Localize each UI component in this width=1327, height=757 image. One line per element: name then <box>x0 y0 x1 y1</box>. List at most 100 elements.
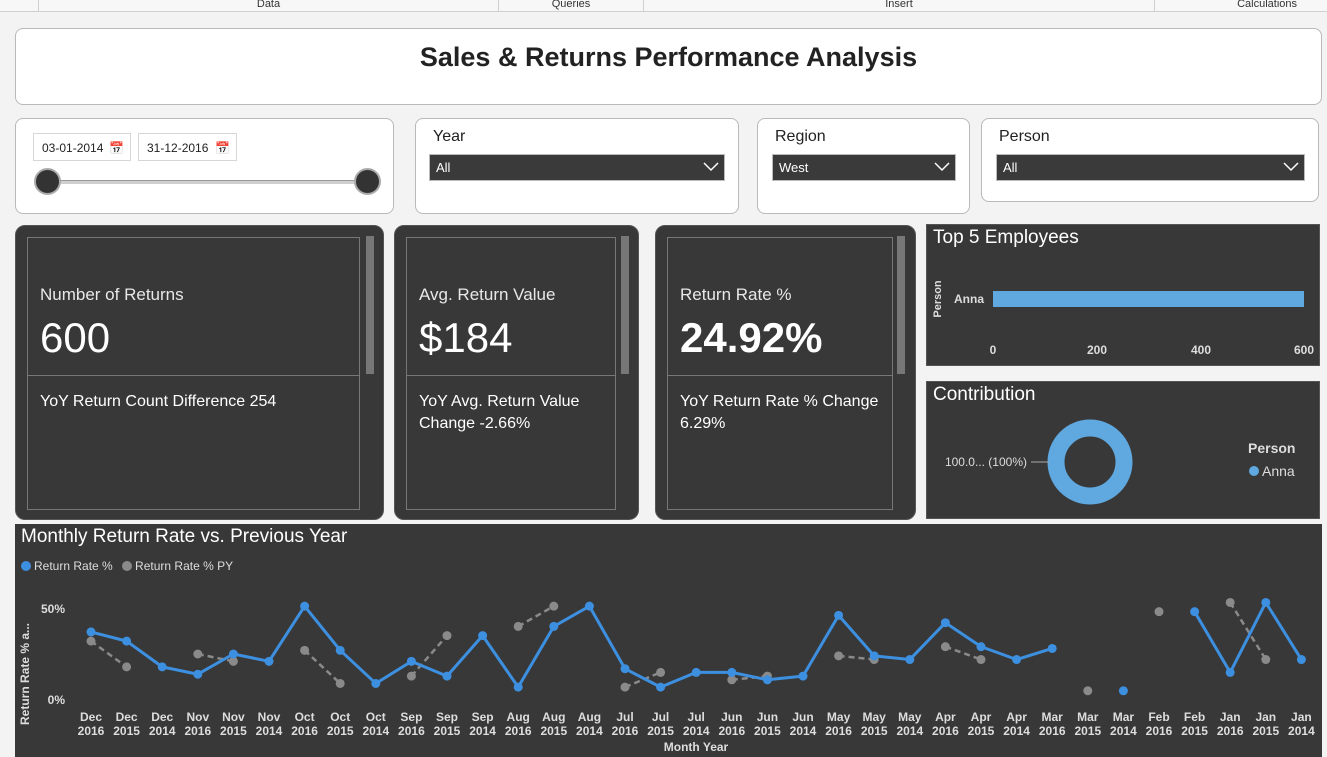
current-series-segment <box>588 605 627 670</box>
x-tick-month: Jul <box>652 710 669 724</box>
py-series-segment <box>303 649 342 685</box>
current-series-segment <box>161 665 199 676</box>
top-employees-axis-label: Person <box>932 280 944 318</box>
x-tick-year: 2016 <box>718 724 745 738</box>
py-series-point[interactable] <box>1261 655 1271 665</box>
current-series-segment <box>1264 601 1303 661</box>
employee-bar[interactable] <box>993 291 1304 307</box>
current-series-segment <box>660 671 697 689</box>
py-series-point[interactable] <box>1083 686 1093 696</box>
x-tick-month: Dec <box>151 710 173 724</box>
kpi-card-inner: Avg. Return Value $184 YoY Avg. Return V… <box>406 237 616 510</box>
region-slicer-label: Region <box>775 128 826 145</box>
py-series-point[interactable] <box>976 655 986 665</box>
py-series-segment <box>517 605 555 628</box>
current-series-segment <box>837 614 876 657</box>
x-tick-year: 2016 <box>1039 724 1066 738</box>
py-series-segment <box>944 645 982 661</box>
scrollbar[interactable] <box>621 236 629 374</box>
x-tick-month: May <box>898 710 922 724</box>
divider <box>407 375 615 376</box>
x-tick-year: 2014 <box>1003 724 1030 738</box>
x-tick-year: 2016 <box>78 724 105 738</box>
contribution-svg: 100.0... (100%) Person Anna <box>945 419 1295 505</box>
ribbon-tab-queries[interactable]: Queries <box>498 0 643 12</box>
py-series-point[interactable] <box>335 678 345 688</box>
ribbon-tab-calculations[interactable]: Calculations <box>1154 0 1327 12</box>
current-series-segment <box>516 625 556 688</box>
kpi-label: Avg. Return Value <box>419 285 556 304</box>
x-tick-year: 2015 <box>647 724 674 738</box>
x-tick-month: Feb <box>1148 710 1169 724</box>
date-slider-start-handle[interactable] <box>34 168 61 195</box>
kpi-card-inner: Number of Returns 600 YoY Return Count D… <box>27 237 360 510</box>
region-slicer: Region West <box>757 118 970 214</box>
py-series-point[interactable] <box>1154 607 1164 617</box>
monthly-return-chart: Monthly Return Rate vs. Previous Year Re… <box>15 524 1322 757</box>
x-tick-year: 2015 <box>968 724 995 738</box>
legend-item[interactable]: Anna <box>1262 463 1295 479</box>
current-series-point[interactable] <box>1118 686 1128 696</box>
x-tick-year: 2016 <box>291 724 318 738</box>
end-date-input[interactable]: 31-12-2016 📅 <box>138 133 237 161</box>
region-dropdown[interactable]: West <box>772 154 956 181</box>
ribbon-tab-insert[interactable]: Insert <box>643 0 1154 12</box>
current-series-segment <box>767 674 804 682</box>
current-series-point[interactable] <box>1047 643 1057 653</box>
kpi-label: Number of Returns <box>40 285 184 304</box>
chevron-down-icon <box>703 162 719 172</box>
current-series-segment <box>980 645 1018 661</box>
current-series-point[interactable] <box>1296 655 1306 665</box>
x-tick-year: 2015 <box>113 724 140 738</box>
kpi-subtext: YoY Return Rate % Change 6.29% <box>680 393 879 432</box>
py-series-point[interactable] <box>656 667 666 677</box>
x-tick-month: Jan <box>1291 710 1312 724</box>
divider <box>668 375 892 376</box>
donut-slice-anna[interactable] <box>1047 419 1133 505</box>
start-date-input[interactable]: 03-01-2014 📅 <box>33 133 131 161</box>
monthly-line-svg: Return Rate % a... 50% 0% Month Year Dec… <box>18 597 1315 754</box>
x-tick-month: Jun <box>721 710 742 724</box>
x-tick-year: 2014 <box>683 724 710 738</box>
current-series-segment <box>1193 610 1232 674</box>
x-tick-month: Sep <box>472 710 494 724</box>
date-slider-track[interactable] <box>50 180 380 184</box>
x-tick-year: 2014 <box>149 724 176 738</box>
kpi-card-return-rate: Return Rate % 24.92% YoY Return Rate % C… <box>655 225 916 520</box>
x-tick-year: 2016 <box>1146 724 1173 738</box>
x-tick-month: Apr <box>1006 710 1027 724</box>
person-dropdown[interactable]: All <box>996 154 1305 181</box>
kpi-card-inner: Return Rate % 24.92% YoY Return Rate % C… <box>667 237 893 510</box>
legend-title: Person <box>1248 440 1295 456</box>
x-tick-month: Aug <box>578 710 601 724</box>
calendar-icon[interactable]: 📅 <box>215 141 230 155</box>
x-tick-month: Nov <box>186 710 209 724</box>
x-tick-year: 2015 <box>540 724 567 738</box>
current-series-segment <box>90 630 127 643</box>
date-range-slicer: 03-01-2014 📅 31-12-2016 📅 <box>15 118 394 214</box>
py-series-point[interactable] <box>549 601 559 611</box>
x-tick-month: Jul <box>688 710 705 724</box>
x-tick-month: Mar <box>1042 710 1064 724</box>
x-tick-year: 2015 <box>1181 724 1208 738</box>
x-tick-year: 2016 <box>184 724 211 738</box>
ribbon-tab-data[interactable]: Data <box>38 0 498 12</box>
x-tick-year: 2016 <box>932 724 959 738</box>
x-tick: 200 <box>1087 343 1107 357</box>
y-axis-label: Return Rate % a... <box>18 623 32 725</box>
x-tick-year: 2015 <box>861 724 888 738</box>
kpi-card-returns: Number of Returns 600 YoY Return Count D… <box>15 225 384 520</box>
py-series-point[interactable] <box>122 662 132 672</box>
scrollbar[interactable] <box>366 236 374 374</box>
x-tick-year: 2016 <box>825 724 852 738</box>
date-slider-end-handle[interactable] <box>354 168 381 195</box>
py-series-point[interactable] <box>442 631 452 641</box>
scrollbar[interactable] <box>897 236 905 374</box>
calendar-icon[interactable]: 📅 <box>109 141 124 155</box>
year-dropdown[interactable]: All <box>429 154 725 181</box>
page-title: Sales & Returns Performance Analysis <box>419 42 918 72</box>
current-series-segment <box>553 604 591 628</box>
x-tick-month: Mar <box>1077 710 1099 724</box>
person-slicer-label: Person <box>999 128 1050 145</box>
year-slicer: Year All <box>415 118 739 214</box>
